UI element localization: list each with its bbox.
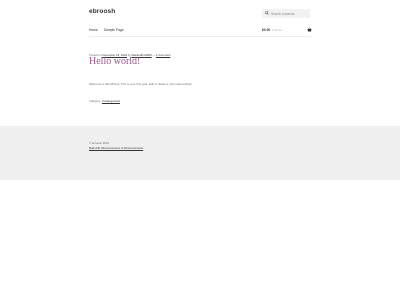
footer-copyright: © ebroosh 2024: [89, 141, 109, 145]
nav-item-home[interactable]: Home: [89, 28, 98, 32]
shopping-basket-icon: [307, 27, 312, 32]
post-body: Welcome to WordPress. This is your first…: [89, 82, 192, 86]
post-comments-link[interactable]: 1 Comment: [156, 53, 170, 57]
search-input[interactable]: [271, 9, 309, 18]
site-header: ebroosh Home Sample Page $0.00 0 items: [0, 0, 400, 41]
post-category-link[interactable]: Uncategorized: [102, 99, 120, 103]
nav-item-sample-page[interactable]: Sample Page: [104, 28, 124, 32]
header-cart[interactable]: $0.00 0 items: [262, 27, 312, 32]
cart-amount: $0.00: [262, 28, 271, 32]
post-category-label: Category:: [89, 99, 102, 103]
cart-item-count: 0 items: [272, 28, 282, 32]
site-footer: © ebroosh 2024 Built with WooCommerce & …: [0, 126, 400, 180]
page: ebroosh Home Sample Page $0.00 0 items P…: [0, 0, 400, 300]
post-title[interactable]: Hello world!: [89, 56, 140, 67]
primary-nav: Home Sample Page: [89, 28, 124, 32]
header-divider: [89, 36, 311, 37]
footer-credit-link[interactable]: Built with WooCommerce & WooCommerce: [89, 146, 143, 150]
post-category: Category: Uncategorized: [89, 99, 120, 103]
site-title[interactable]: ebroosh: [89, 8, 115, 15]
search-icon: [265, 11, 269, 15]
product-search[interactable]: [262, 9, 310, 18]
